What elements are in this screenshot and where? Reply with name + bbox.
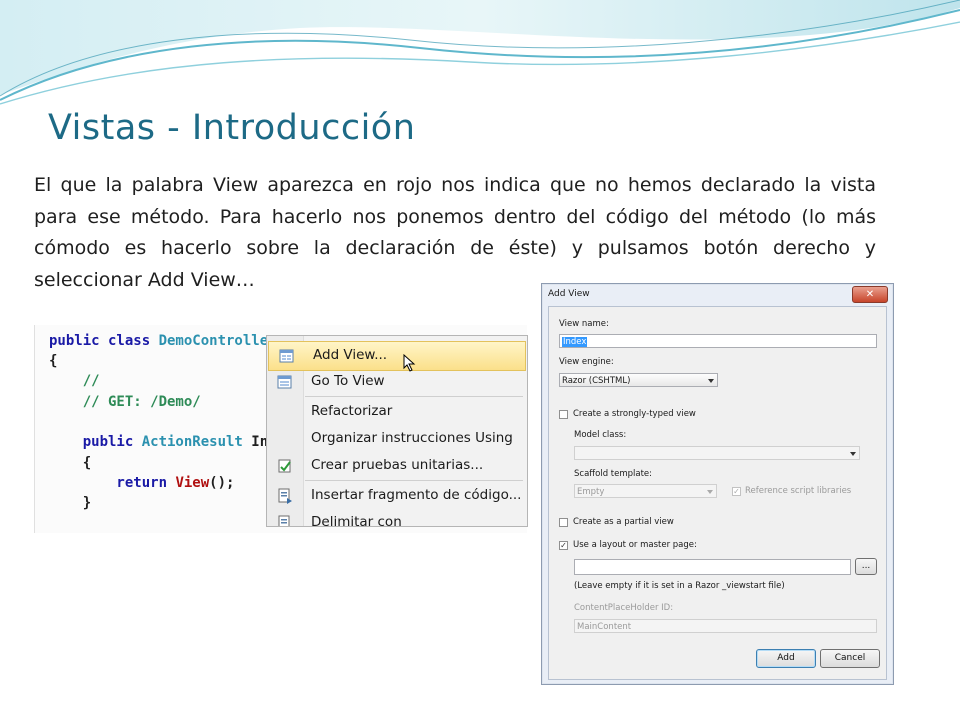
dialog-body: View name: Index View engine: Razor (CSH… [548, 306, 887, 680]
menu-item-go-to-view[interactable]: Go To View [267, 368, 527, 396]
chevron-down-icon [708, 379, 714, 383]
view-engine-label: View engine: [559, 357, 614, 367]
code-line: // GET: /Demo/ [49, 394, 201, 410]
menu-item-add-view[interactable]: Add View... [268, 341, 526, 372]
placeholder-id-input[interactable]: MainContent [574, 619, 877, 633]
menu-item-label: Crear pruebas unitarias... [311, 457, 484, 473]
dialog-title: Add View [548, 289, 590, 299]
chevron-down-icon [850, 452, 856, 456]
code-line: return View(); [49, 475, 235, 491]
menu-item-refactorizar[interactable]: Refactorizar [267, 398, 527, 426]
menu-item-label: Insertar fragmento de código... [311, 487, 522, 503]
menu-item-insertar-fragmento[interactable]: Insertar fragmento de código... [267, 482, 527, 510]
reference-scripts-label: Reference script libraries [745, 486, 852, 496]
code-line: // [49, 373, 100, 389]
strongly-typed-checkbox[interactable] [559, 410, 568, 419]
menu-item-label: Go To View [311, 373, 385, 389]
go-to-view-icon [277, 375, 292, 389]
unit-test-icon [278, 459, 291, 473]
use-layout-label: Use a layout or master page: [573, 540, 697, 550]
slide-body-text: El que la palabra View aparezca en rojo … [34, 174, 876, 291]
close-icon: ✕ [865, 289, 875, 300]
chevron-down-icon [707, 490, 713, 494]
menu-item-label: Refactorizar [311, 403, 393, 419]
model-class-select[interactable] [574, 446, 860, 460]
scaffold-template-label: Scaffold template: [574, 469, 653, 479]
partial-view-checkbox[interactable] [559, 518, 568, 527]
menu-item-delimitar-con[interactable]: Delimitar con [267, 509, 527, 527]
menu-item-label: Add View... [313, 347, 388, 363]
browse-label: ... [861, 561, 871, 571]
placeholder-id-label: ContentPlaceHolder ID: [574, 603, 674, 613]
scaffold-template-value: Empty [577, 487, 605, 497]
menu-item-crear-pruebas[interactable]: Crear pruebas unitarias... [267, 452, 527, 480]
view-engine-select[interactable]: Razor (CSHTML) [559, 373, 718, 387]
view-name-label: View name: [559, 319, 609, 329]
code-line: { [49, 353, 58, 369]
close-button[interactable]: ✕ [852, 286, 888, 303]
reference-scripts-checkbox[interactable]: ✓ [732, 487, 741, 496]
view-engine-value: Razor (CSHTML) [562, 376, 631, 386]
checkmark-icon: ✓ [560, 541, 567, 550]
header-waves [0, 0, 960, 105]
view-name-input[interactable]: Index [559, 334, 877, 348]
insert-snippet-icon [278, 488, 292, 504]
menu-item-label: Organizar instrucciones Using [311, 430, 513, 446]
menu-item-organizar-using[interactable]: Organizar instrucciones Using [267, 425, 527, 453]
code-line: { [49, 455, 92, 471]
menu-separator [305, 480, 523, 481]
add-button[interactable]: Add [756, 649, 816, 668]
add-view-dialog: Add View ✕ View name: Index View engine:… [541, 283, 894, 685]
dialog-titlebar[interactable]: Add View ✕ [542, 284, 893, 306]
checkmark-icon: ✓ [733, 487, 740, 496]
view-name-value: Index [562, 337, 588, 347]
code-line: } [49, 495, 92, 511]
menu-item-label: Delimitar con [311, 514, 402, 527]
code-line: public class DemoControlle [49, 333, 269, 349]
layout-path-input[interactable] [574, 559, 851, 575]
add-view-icon [279, 349, 294, 363]
surround-with-icon [278, 515, 290, 526]
model-class-label: Model class: [574, 430, 627, 440]
menu-separator [305, 396, 523, 397]
slide-title: Vistas - Introducción [48, 108, 416, 148]
cancel-button[interactable]: Cancel [820, 649, 880, 668]
partial-view-label: Create as a partial view [573, 517, 674, 527]
code-line: public ActionResult In [49, 434, 269, 450]
placeholder-id-value: MainContent [577, 622, 632, 632]
add-button-label: Add [777, 653, 795, 663]
layout-hint: (Leave empty if it is set in a Razor _vi… [574, 581, 785, 591]
scaffold-template-select[interactable]: Empty [574, 484, 717, 498]
use-layout-checkbox[interactable]: ✓ [559, 541, 568, 550]
strongly-typed-label: Create a strongly-typed view [573, 409, 696, 419]
context-menu: Add View... Go To View Refactorizar Orga… [266, 335, 528, 527]
cancel-button-label: Cancel [834, 653, 866, 663]
browse-button[interactable]: ... [855, 558, 877, 575]
